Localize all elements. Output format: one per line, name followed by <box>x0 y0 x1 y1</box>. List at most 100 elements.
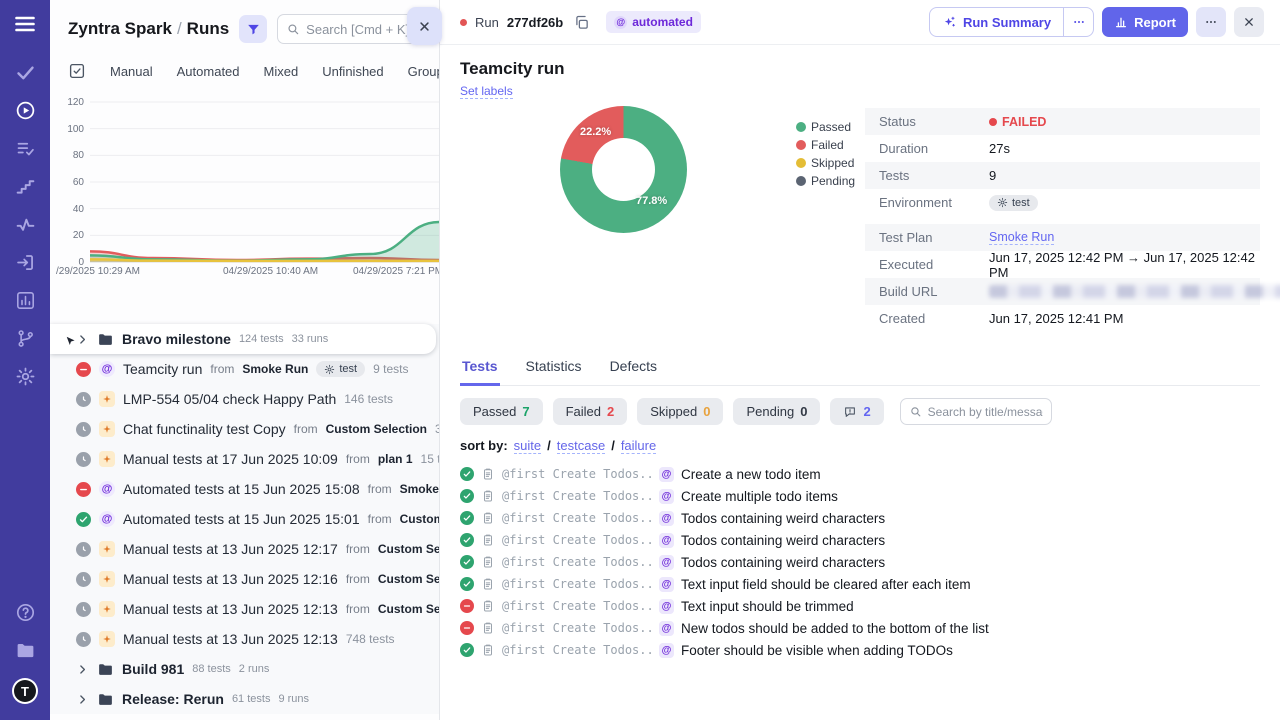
app-logo[interactable]: T <box>12 678 38 704</box>
play-circle-icon[interactable] <box>15 100 36 121</box>
runs-tab-groups[interactable]: Groups <box>408 64 439 79</box>
activity-icon[interactable] <box>15 214 36 235</box>
run-list-item[interactable]: Manual tests at 17 Jun 2025 10:09 from pla… <box>50 444 439 474</box>
sort-by-failure[interactable]: failure <box>620 438 657 454</box>
run-source[interactable]: Custom Selection <box>378 542 439 556</box>
test-row[interactable]: @first Create Todos... @ Todos containing … <box>460 551 1260 573</box>
chip-label: Skipped <box>650 404 698 419</box>
list-check-icon[interactable] <box>15 138 36 159</box>
run-content: Teamcity run Set labels 22.2% 77.8% Pass… <box>440 59 1280 661</box>
test-suite-path: @first Create Todos... <box>502 621 652 635</box>
folder-icon[interactable] <box>15 640 36 661</box>
run-source[interactable]: Smoke Run <box>400 482 439 496</box>
runs-folder-row[interactable]: Build 981 88 tests 2 runs <box>50 654 439 684</box>
filter-button[interactable] <box>239 15 268 43</box>
skipped-filter-chip[interactable]: Skipped 0 <box>637 398 724 425</box>
run-summary-more-button[interactable] <box>1063 8 1093 36</box>
runs-tab-mixed[interactable]: Mixed <box>264 64 299 79</box>
tab-defects[interactable]: Defects <box>608 350 659 385</box>
test-row[interactable]: @first Create Todos... @ Text input should… <box>460 595 1260 617</box>
runs-search-input[interactable] <box>306 21 423 37</box>
runs-folder-row[interactable]: Release: Rerun 61 tests 9 runs <box>50 684 439 714</box>
sort-label: sort by: <box>460 438 508 453</box>
breadcrumb-project[interactable]: Zyntra Spark <box>68 19 172 38</box>
test-row[interactable]: @first Create Todos... @ New todos should … <box>460 617 1260 639</box>
run-source[interactable]: plan 1 <box>378 452 413 466</box>
help-icon[interactable] <box>15 602 36 623</box>
chevron-right-icon[interactable] <box>76 693 89 706</box>
tests-search-input[interactable] <box>927 404 1043 419</box>
run-list-item[interactable]: @ Automated tests at 15 Jun 2025 15:01 fro… <box>50 504 439 534</box>
panel-close-button[interactable] <box>407 7 442 45</box>
pending-filter-chip[interactable]: Pending 0 <box>733 398 821 425</box>
legend-dot <box>796 122 806 132</box>
run-list-item[interactable]: Chat functinality test Copy from Custom Se… <box>50 414 439 444</box>
run-summary-button[interactable]: Run Summary <box>928 7 1095 37</box>
sort-by-testcase[interactable]: testcase <box>556 438 606 454</box>
run-list-item[interactable]: Manual tests at 13 Jun 2025 12:16 from Cus… <box>50 564 439 594</box>
select-runs-icon[interactable] <box>68 62 86 80</box>
more-actions-button[interactable] <box>1196 7 1226 37</box>
automated-badge[interactable]: @ automated <box>606 11 701 33</box>
test-title: Text input should be trimmed <box>681 598 854 614</box>
test-row[interactable]: @first Create Todos... @ Create multiple t… <box>460 485 1260 507</box>
set-labels-link[interactable]: Set labels <box>460 84 513 99</box>
run-source[interactable]: Custom Selection <box>378 602 439 616</box>
runs-folder-row[interactable]: Bravo milestone 124 tests 33 runs <box>50 324 436 354</box>
runs-trend-chart: 0 20 40 60 80 100 120 /29/2025 10:29 AM 04/29/2… <box>50 88 439 284</box>
sort-by-suite[interactable]: suite <box>513 438 542 454</box>
runs-tab-manual[interactable]: Manual <box>110 64 153 79</box>
run-name: Teamcity run <box>123 361 203 377</box>
automated-run-icon: @ <box>99 481 115 497</box>
test-suite-path: @first Create Todos... <box>502 467 652 481</box>
runs-tab-automated[interactable]: Automated <box>177 64 240 79</box>
failed-filter-chip[interactable]: Failed 2 <box>552 398 628 425</box>
run-tests-count: 15 tests <box>420 452 439 466</box>
test-row[interactable]: @first Create Todos... @ Todos containing … <box>460 507 1260 529</box>
passed-filter-chip[interactable]: Passed 7 <box>460 398 543 425</box>
run-list-item[interactable]: @ Automated tests at 15 Jun 2025 15:08 fro… <box>50 474 439 504</box>
detail-label: Build URL <box>879 284 938 299</box>
branch-icon[interactable] <box>15 328 36 349</box>
check-icon[interactable] <box>15 62 36 83</box>
sign-in-icon[interactable] <box>15 252 36 273</box>
test-plan-link[interactable]: Smoke Run <box>989 230 1055 245</box>
comments-filter-chip[interactable]: 2 <box>830 398 884 425</box>
test-row[interactable]: @first Create Todos... @ Footer should be … <box>460 639 1260 661</box>
test-row[interactable]: @first Create Todos... @ Todos containing … <box>460 529 1260 551</box>
run-list-item[interactable]: LMP-554 05/04 check Happy Path 146 tests <box>50 384 439 414</box>
test-title: Text input field should be cleared after… <box>681 576 971 592</box>
test-row[interactable]: @first Create Todos... @ Text input field … <box>460 573 1260 595</box>
tab-tests[interactable]: Tests <box>460 350 500 386</box>
run-list-item[interactable]: @ Teamcity run from Smoke Run test 9 tests <box>50 354 439 384</box>
runs-tab-unfinished[interactable]: Unfinished <box>322 64 383 79</box>
trend-x-axis: /29/2025 10:29 AM 04/29/2025 10:40 AM 04/2… <box>56 266 439 280</box>
chevron-right-icon[interactable] <box>76 663 89 676</box>
menu-icon[interactable] <box>13 12 37 36</box>
comment-icon <box>843 405 857 419</box>
run-source[interactable]: Custom Selection <box>378 572 439 586</box>
chevron-right-icon[interactable] <box>76 333 89 346</box>
detail-row-build-url: Build URL <box>865 278 1280 305</box>
gear-icon[interactable] <box>15 366 36 387</box>
test-row[interactable]: @first Create Todos... @ Create a new todo… <box>460 463 1260 485</box>
run-list-item[interactable]: Manual tests at 13 Jun 2025 12:13 748 tes… <box>50 624 439 654</box>
run-from-label: from <box>345 602 370 616</box>
run-source[interactable]: Custom Selection <box>326 422 427 436</box>
run-name: Manual tests at 13 Jun 2025 12:17 <box>123 541 338 557</box>
trend-y-tick: 40 <box>72 203 84 215</box>
report-button[interactable]: Report <box>1102 7 1188 37</box>
run-list-item[interactable]: Manual tests at 13 Jun 2025 12:17 from Cus… <box>50 534 439 564</box>
run-tests-count: 9 tests <box>373 362 409 376</box>
run-source[interactable]: Smoke Run <box>242 362 308 376</box>
steps-icon[interactable] <box>15 176 36 197</box>
clipboard-icon <box>481 643 495 657</box>
tests-search-box[interactable] <box>899 398 1052 425</box>
bar-chart-icon[interactable] <box>15 290 36 311</box>
chip-count: 2 <box>607 404 615 419</box>
copy-icon[interactable] <box>573 14 590 31</box>
run-list-item[interactable]: Manual tests at 13 Jun 2025 12:13 from Cus… <box>50 594 439 624</box>
close-run-button[interactable] <box>1234 7 1264 37</box>
run-source[interactable]: Custom Selection <box>400 512 439 526</box>
tab-statistics[interactable]: Statistics <box>524 350 584 385</box>
